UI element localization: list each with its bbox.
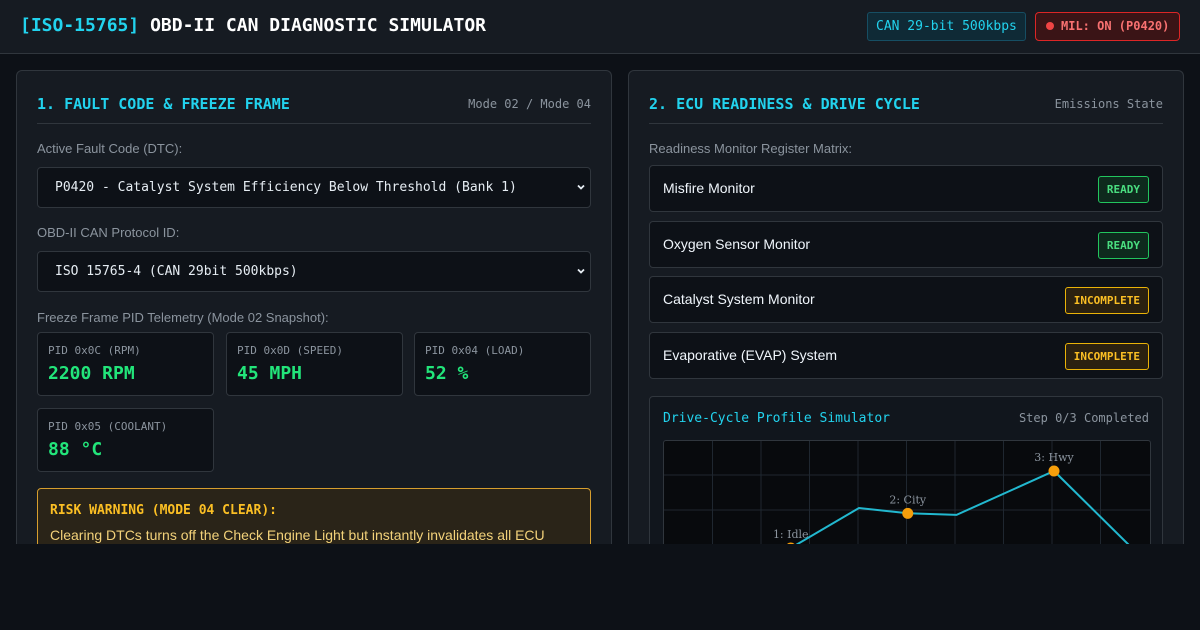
- readiness-panel: 2. ECU READINESS & DRIVE CYCLE Emissions…: [628, 70, 1184, 544]
- status-badge: READY: [1097, 232, 1149, 259]
- fault-panel-header: 1. FAULT CODE & FREEZE FRAME Mode 02 / M…: [37, 93, 591, 124]
- readiness-panel-header: 2. ECU READINESS & DRIVE CYCLE Emissions…: [649, 93, 1163, 124]
- standard-tag: [ISO-15765]: [20, 15, 140, 36]
- status-badge: INCOMPLETE: [1064, 287, 1149, 314]
- monitor-row-oxygen-sensor: Oxygen Sensor Monitor READY: [649, 221, 1163, 268]
- chevron-down-icon: [577, 268, 585, 274]
- pid-label: PID 0x05 (COOLANT): [48, 420, 168, 433]
- fault-panel-title: 1. FAULT CODE & FREEZE FRAME: [37, 95, 290, 113]
- monitor-row-misfire: Misfire Monitor READY: [649, 165, 1163, 212]
- pid-card-speed: PID 0x0D (SPEED) 45 MPH: [226, 332, 403, 396]
- pid-card-coolant: PID 0x05 (COOLANT) 88 °C: [37, 408, 214, 472]
- readiness-panel-title: 2. ECU READINESS & DRIVE CYCLE: [649, 95, 920, 113]
- drive-cycle-simulator: Drive-Cycle Profile Simulator Step 0/3 C…: [649, 396, 1163, 544]
- checkpoint-label: 1: Idle: [773, 528, 809, 541]
- fault-panel-meta: Mode 02 / Mode 04: [468, 97, 591, 111]
- pid-value: 45 MPH: [237, 363, 303, 384]
- dtc-select-value: P0420 - Catalyst System Efficiency Below…: [55, 180, 517, 195]
- mil-status-badge: MIL: ON (P0420): [1035, 12, 1180, 41]
- monitor-matrix-label: Readiness Monitor Register Matrix:: [649, 141, 853, 156]
- pid-value: 2200 RPM: [48, 363, 135, 384]
- checkpoint-label: 2: City: [889, 493, 927, 506]
- fault-code-panel: 1. FAULT CODE & FREEZE FRAME Mode 02 / M…: [16, 70, 612, 544]
- protocol-select-value: ISO 15765-4 (CAN 29bit 500kbps): [55, 264, 298, 279]
- risk-warning-title: RISK WARNING (MODE 04 CLEAR):: [50, 503, 277, 518]
- monitor-name: Misfire Monitor: [663, 180, 755, 196]
- protocol-label: OBD-II CAN Protocol ID:: [37, 225, 180, 240]
- checkpoint-marker: [1048, 465, 1060, 477]
- pid-label: PID 0x0C (RPM): [48, 344, 141, 357]
- monitor-name: Oxygen Sensor Monitor: [663, 236, 811, 252]
- pid-label: PID 0x04 (LOAD): [425, 344, 525, 357]
- monitor-name: Catalyst System Monitor: [663, 291, 815, 307]
- pid-value: 52 %: [425, 363, 469, 384]
- dtc-label: Active Fault Code (DTC):: [37, 141, 183, 156]
- protocol-select[interactable]: ISO 15765-4 (CAN 29bit 500kbps): [37, 251, 591, 292]
- pid-value: 88 °C: [48, 439, 103, 460]
- simulator-title: Drive-Cycle Profile Simulator: [663, 411, 890, 426]
- readiness-panel-meta: Emissions State: [1054, 97, 1163, 111]
- mil-status-text: MIL: ON (P0420): [1061, 19, 1170, 33]
- app-title: [ISO-15765] OBD-II CAN DIAGNOSTIC SIMULA…: [20, 15, 486, 36]
- risk-warning-box: RISK WARNING (MODE 04 CLEAR): Clearing D…: [37, 488, 591, 544]
- mil-indicator-icon: [1046, 22, 1054, 30]
- freeze-frame-label: Freeze Frame PID Telemetry (Mode 02 Snap…: [37, 310, 329, 325]
- pid-label: PID 0x0D (SPEED): [237, 344, 343, 357]
- risk-warning-text: Clearing DTCs turns off the Check Engine…: [50, 527, 545, 543]
- checkpoint-marker: [902, 507, 914, 519]
- top-bar: [ISO-15765] OBD-II CAN DIAGNOSTIC SIMULA…: [0, 0, 1200, 54]
- monitor-row-evap: Evaporative (EVAP) System INCOMPLETE: [649, 332, 1163, 379]
- pid-card-load: PID 0x04 (LOAD) 52 %: [414, 332, 591, 396]
- checkpoint-marker: [786, 542, 795, 544]
- drive-cycle-plot: 1: Idle 2: City 3: Hwy: [663, 440, 1151, 544]
- checkpoint-label: 3: Hwy: [1034, 451, 1074, 464]
- status-badge: INCOMPLETE: [1064, 343, 1149, 370]
- app-title-text: OBD-II CAN DIAGNOSTIC SIMULATOR: [150, 15, 487, 36]
- simulator-step-status: Step 0/3 Completed: [1018, 411, 1149, 425]
- drive-cycle-chart: 1: Idle 2: City 3: Hwy: [664, 441, 1150, 544]
- status-badge: READY: [1097, 176, 1149, 203]
- can-bus-badge: CAN 29-bit 500kbps: [867, 12, 1026, 41]
- monitor-name: Evaporative (EVAP) System: [663, 347, 838, 363]
- chevron-down-icon: [577, 184, 585, 190]
- dtc-select[interactable]: P0420 - Catalyst System Efficiency Below…: [37, 167, 591, 208]
- drive-cycle-line: [795, 469, 1130, 544]
- pid-card-rpm: PID 0x0C (RPM) 2200 RPM: [37, 332, 214, 396]
- monitor-row-catalyst: Catalyst System Monitor INCOMPLETE: [649, 276, 1163, 323]
